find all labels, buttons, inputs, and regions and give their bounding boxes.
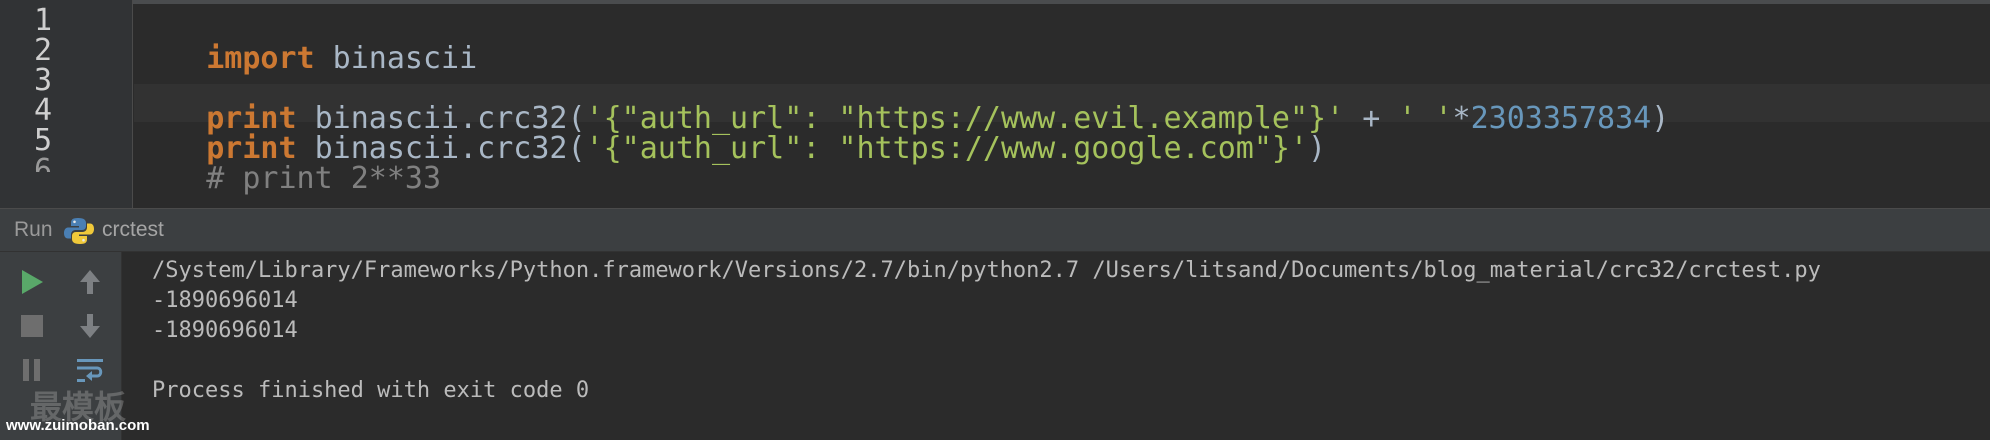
console-command-line: /System/Library/Frameworks/Python.framew… [152, 258, 1821, 283]
plus-operator: + [1344, 101, 1399, 136]
scroll-up-button[interactable] [72, 264, 108, 300]
line-number-gutter: 1 2 3 4 5 6 [0, 0, 132, 208]
stop-icon [21, 315, 43, 337]
run-panel-header: Run crctest [0, 208, 1990, 252]
gutter-separator [132, 0, 133, 208]
run-panel-label: Run [14, 218, 53, 241]
pause-icon [23, 359, 40, 381]
code-line-5[interactable]: # print 2**33 [134, 122, 441, 196]
multiply-operator: * [1452, 101, 1471, 136]
string-literal: '{"auth_url": "https://www.google.com"}' [585, 131, 1309, 166]
close-paren: ) [1308, 131, 1327, 166]
scroll-down-icon [80, 314, 100, 338]
python-icon [64, 218, 94, 244]
rerun-icon [22, 270, 43, 294]
close-paren: ) [1651, 101, 1670, 136]
code-line-1[interactable]: import binascii [134, 2, 477, 76]
console-output-line: -1890696014 [152, 288, 298, 313]
console-exit-line: Process finished with exit code 0 [152, 378, 590, 403]
run-config-name[interactable]: crctest [102, 218, 164, 242]
comment: # print 2**33 [206, 161, 442, 196]
run-console-output[interactable]: /System/Library/Frameworks/Python.framew… [122, 252, 1990, 440]
watermark-url: www.zuimoban.com [6, 417, 150, 434]
rerun-button[interactable] [14, 264, 50, 300]
console-output-line: -1890696014 [152, 318, 298, 343]
number-literal: 2303357834 [1470, 101, 1652, 136]
string-literal-space: ' ' [1398, 101, 1453, 136]
line-number-partial: 6 [33, 153, 52, 172]
stop-button[interactable] [14, 308, 50, 344]
code-editor[interactable]: 1 2 3 4 5 6 import binascii print binasc… [0, 0, 1990, 208]
scroll-up-icon [80, 270, 100, 294]
scroll-down-button[interactable] [72, 308, 108, 344]
soft-wrap-icon [77, 359, 103, 382]
